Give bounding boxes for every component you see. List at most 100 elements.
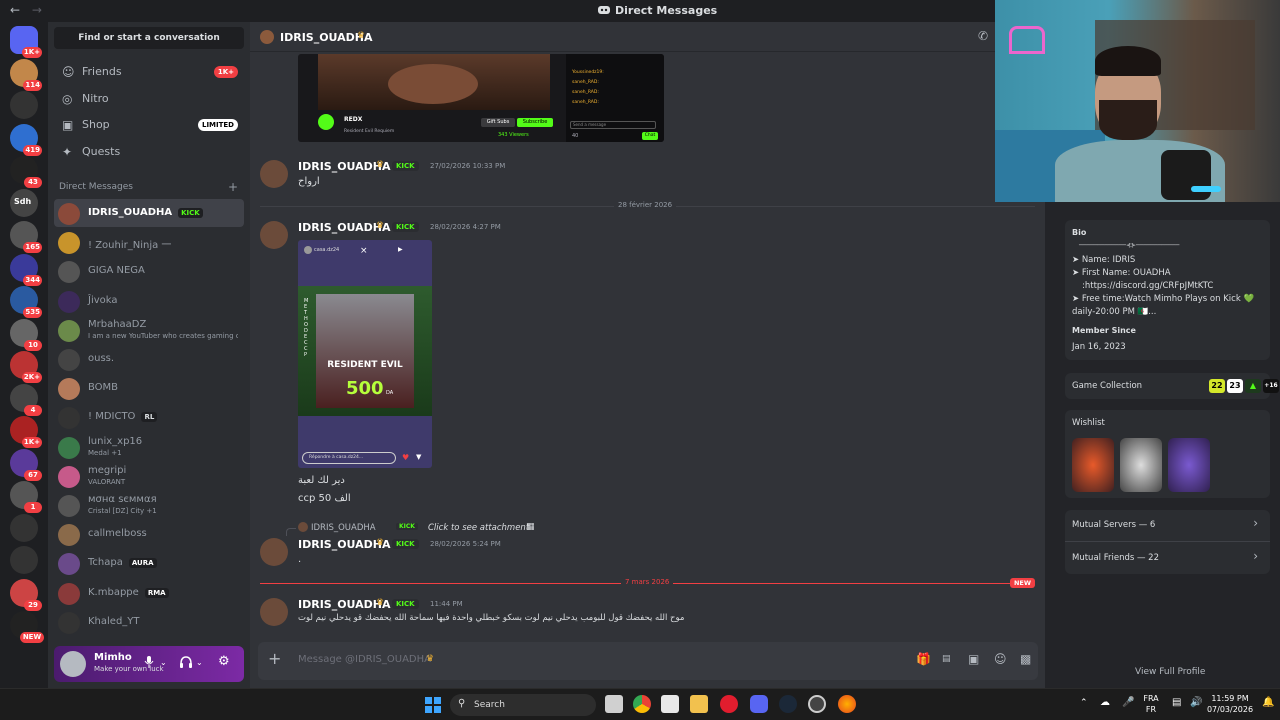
dm-name: Khaled_YT — [88, 616, 140, 627]
dm-item[interactable]: Ĵivoka — [54, 287, 244, 315]
view-full-profile-button[interactable]: View Full Profile — [1135, 667, 1205, 677]
stream-screenshot-image[interactable]: REDX Resident Evil Requiem Gift Subs Sub… — [298, 54, 664, 142]
dm-item[interactable]: megripi VALORANT — [54, 462, 244, 490]
chevron-right-icon[interactable]: › — [1253, 549, 1258, 563]
nav-shop[interactable]: ▣ Shop LIMITED — [54, 113, 244, 137]
server-icon[interactable]: 535 — [10, 286, 42, 318]
emoji-icon[interactable]: ☺ — [994, 652, 1007, 666]
server-icon[interactable]: 114 — [10, 58, 42, 91]
server-icon[interactable]: 4 — [10, 383, 42, 416]
taskbar-search[interactable]: Search — [450, 694, 596, 716]
server-icon[interactable] — [10, 513, 38, 542]
server-icon[interactable]: 67 — [10, 448, 42, 481]
dm-item[interactable]: ouss. — [54, 345, 244, 373]
chevron-right-icon[interactable]: › — [1253, 516, 1258, 530]
dm-tag-badge: AURA — [128, 558, 157, 569]
recipient-avatar[interactable] — [260, 30, 274, 44]
clock[interactable]: 11:59 PM 07/03/2026 — [1204, 693, 1256, 715]
reply-author[interactable]: IDRIS_OUADHA — [311, 523, 376, 533]
gif-icon[interactable]: ▤ — [942, 654, 951, 664]
language-indicator[interactable]: FRA FR — [1140, 693, 1162, 715]
wishlist-item[interactable] — [1120, 438, 1162, 492]
chevron-down-icon[interactable]: ⌄ — [196, 658, 203, 667]
dm-item[interactable]: ! Zouhir_Ninja ⼀ — [54, 228, 244, 256]
nav-friends[interactable]: ☺ Friends 1K+ — [54, 60, 244, 84]
settings-gear-icon[interactable]: ⚙ — [218, 654, 230, 669]
mutual-friends-row[interactable]: Mutual Friends — 22 — [1072, 553, 1159, 563]
server-icon[interactable]: 1 — [10, 481, 42, 513]
dm-item[interactable]: MrbahaaDZ I am a new YouTuber who creates… — [54, 316, 244, 344]
mutual-servers-row[interactable]: Mutual Servers — 6 — [1072, 520, 1155, 530]
windows-start-icon[interactable] — [425, 697, 441, 713]
nav-nitro[interactable]: ◎ Nitro — [54, 87, 244, 111]
discord-home-icon[interactable]: 1K+ — [10, 26, 42, 58]
wishlist-item[interactable] — [1072, 438, 1114, 492]
dm-item[interactable]: IDRIS_OUADHA KICK — [54, 199, 244, 227]
chevron-down-icon[interactable]: ⌄ — [160, 658, 167, 667]
mic-icon[interactable] — [144, 656, 154, 671]
nav-quests[interactable]: ✦ Quests — [54, 140, 244, 164]
bio-line[interactable]: :https://discord.gg/CRFpJMtKTC — [1082, 281, 1213, 291]
server-icon[interactable]: NEW — [10, 611, 44, 643]
obs-icon[interactable] — [808, 695, 826, 713]
author-avatar[interactable] — [260, 538, 288, 566]
firefox-icon[interactable] — [838, 695, 856, 713]
server-icon[interactable]: 43 — [10, 156, 42, 188]
server-mention-badge: 1K+ — [21, 437, 42, 448]
call-icon[interactable]: ✆ — [978, 29, 988, 43]
dm-item[interactable]: ! MDICTO RL — [54, 403, 244, 431]
server-icon[interactable]: 165 — [10, 221, 42, 253]
game-collection-card[interactable]: Game Collection 22 23 ▲ +16 — [1065, 373, 1279, 399]
dm-item[interactable]: K.mbappe RMA — [54, 579, 244, 607]
forward-button[interactable]: → — [32, 3, 42, 17]
kick-badge: KICK — [392, 599, 419, 609]
create-dm-button[interactable]: + — [228, 180, 238, 194]
chevron-up-icon[interactable]: ⌃ — [1080, 698, 1088, 708]
notifications-icon[interactable]: 🔔 — [1262, 697, 1274, 708]
cloud-icon[interactable]: ☁ — [1100, 697, 1110, 708]
volume-icon[interactable]: 🔊 — [1190, 697, 1202, 708]
wishlist-item[interactable] — [1168, 438, 1210, 492]
date-divider-label: 7 mars 2026 — [621, 578, 674, 586]
author-avatar[interactable] — [260, 160, 288, 188]
chrome-icon[interactable] — [633, 695, 651, 713]
dm-item[interactable]: callmelboss — [54, 520, 244, 548]
headphones-icon[interactable] — [180, 656, 192, 671]
dm-item[interactable]: Khaled_YT — [54, 608, 244, 636]
member-since-value: Jan 16, 2023 — [1072, 342, 1126, 352]
reply-text[interactable]: Click to see attachment — [428, 523, 529, 533]
file-explorer-icon[interactable] — [690, 695, 708, 713]
back-button[interactable]: ← — [10, 3, 20, 17]
opera-icon[interactable] — [720, 695, 738, 713]
server-icon[interactable]: 344 — [10, 253, 42, 286]
server-icon[interactable]: 29 — [10, 578, 42, 611]
dm-item[interactable]: мσнα sєммαя Cristal [DZ] City +1 — [54, 491, 244, 519]
author-avatar[interactable] — [260, 598, 288, 626]
microphone-tray-icon[interactable]: 🎤 — [1122, 697, 1134, 708]
author-avatar[interactable] — [260, 221, 288, 249]
dm-item[interactable]: GIGA NEGA — [54, 257, 244, 285]
find-conversation-button[interactable]: Find or start a conversation — [54, 27, 244, 49]
story-screenshot-image[interactable]: casa.dz24 × ▶ RESIDENT EVIL 500 DA METHO… — [298, 240, 432, 468]
server-icon[interactable] — [10, 91, 38, 119]
server-icon[interactable]: 1K+ — [10, 416, 42, 448]
discord-icon[interactable] — [750, 695, 768, 713]
gift-icon[interactable]: 🎁 — [916, 652, 931, 666]
server-icon[interactable]: 2K+ — [10, 351, 42, 383]
server-icon[interactable] — [10, 546, 38, 574]
snipping-tool-icon[interactable] — [661, 695, 679, 713]
sticker-icon[interactable]: ▣ — [968, 652, 979, 666]
message-input[interactable]: Message @IDRIS_OUADHA — [298, 654, 431, 665]
dm-item[interactable]: BOMB — [54, 374, 244, 402]
steam-icon[interactable] — [779, 695, 797, 713]
apps-icon[interactable]: ▩ — [1020, 652, 1031, 666]
server-icon[interactable]: 419 — [10, 123, 42, 156]
wifi-icon[interactable]: ▤ — [1172, 697, 1181, 708]
dm-item[interactable]: Tchapa AURA — [54, 549, 244, 577]
message-caption-2: ccp 50 الف — [298, 493, 351, 504]
dm-item[interactable]: lunix_xp16 Medal +1 — [54, 433, 244, 461]
task-view-icon[interactable] — [605, 695, 623, 713]
add-attachment-button[interactable]: + — [268, 649, 281, 668]
user-avatar[interactable] — [60, 651, 86, 677]
server-icon[interactable]: 10 — [10, 318, 42, 351]
